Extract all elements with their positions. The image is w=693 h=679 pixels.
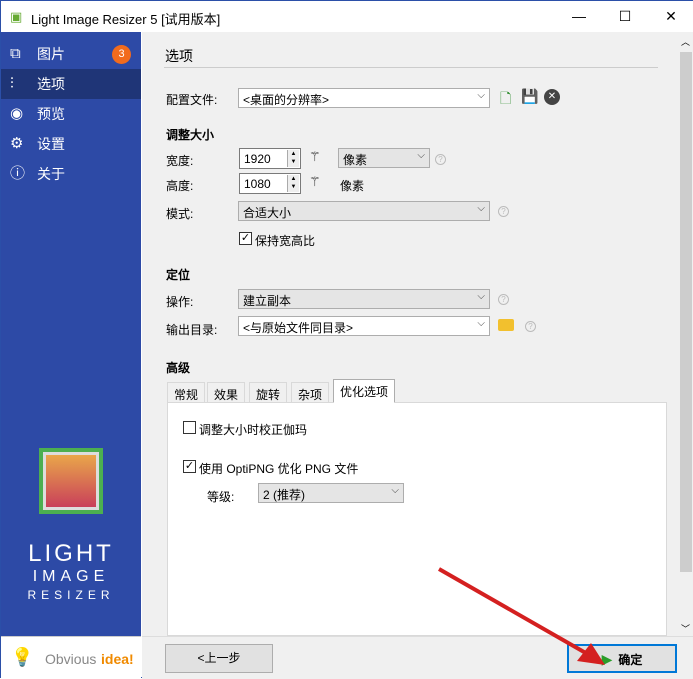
annotation-arrow (438, 567, 605, 665)
